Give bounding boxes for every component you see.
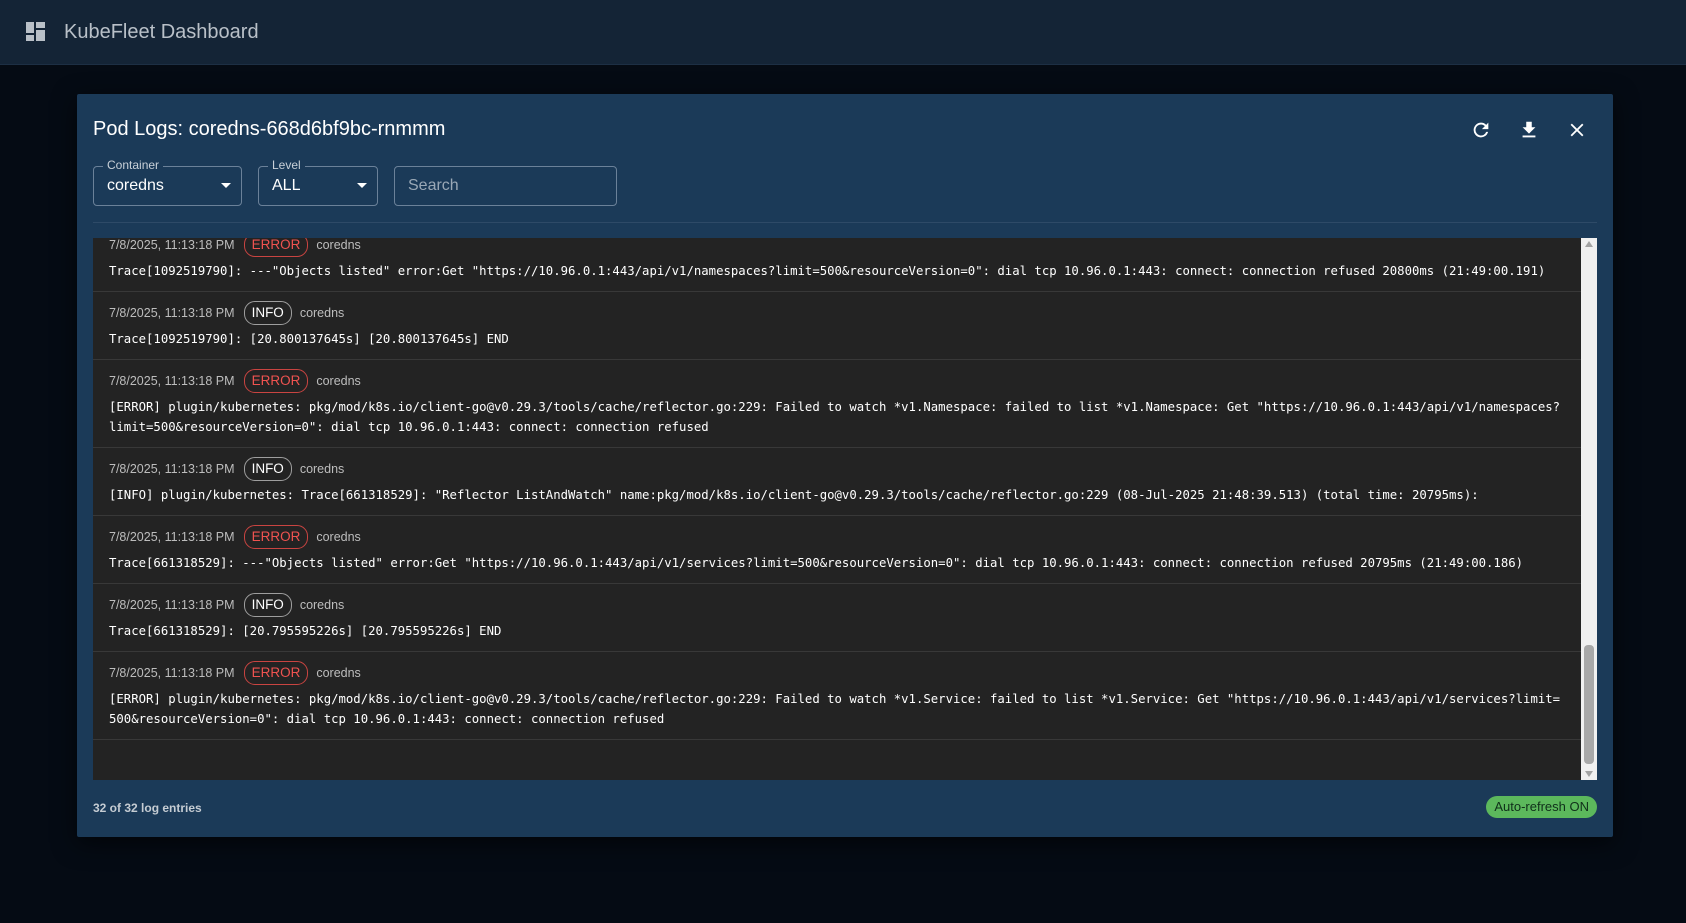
log-message: [ERROR] plugin/kubernetes: pkg/mod/k8s.i… [109,692,1561,726]
log-list: 7/8/2025, 11:13:18 PM ERROR coredns Trace[1… [93,238,1581,740]
log-entry: 7/8/2025, 11:13:18 PM INFO coredns [INFO] p… [93,448,1581,516]
log-entry-header: 7/8/2025, 11:13:18 PM ERROR coredns [109,524,1565,550]
log-message: [ERROR] plugin/kubernetes: pkg/mod/k8s.i… [109,400,1561,434]
scroll-up-arrow-icon[interactable] [1585,241,1593,247]
log-level-badge: ERROR [243,525,309,549]
log-entry-count: 32 of 32 log entries [93,801,202,815]
log-container-name: coredns [316,666,361,680]
log-timestamp: 7/8/2025, 11:13:18 PM [109,530,235,544]
log-level-badge: ERROR [243,238,309,257]
container-select-label: Container [103,158,164,172]
log-timestamp: 7/8/2025, 11:13:18 PM [109,598,235,612]
log-entry: 7/8/2025, 11:13:18 PM ERROR coredns [ERROR]… [93,360,1581,448]
scroll-down-arrow-icon[interactable] [1585,771,1593,777]
scrollbar-thumb[interactable] [1584,645,1594,764]
divider [93,222,1597,223]
log-message: Trace[1092519790]: ---"Objects listed" e… [109,264,1546,278]
app-title: KubeFleet Dashboard [64,20,259,43]
log-entry: 7/8/2025, 11:13:18 PM INFO coredns Trace[66… [93,584,1581,652]
dialog-actions [1463,112,1595,148]
close-icon [1570,123,1584,137]
log-container-name: coredns [299,462,345,476]
container-select[interactable]: Container coredns [93,158,242,206]
log-panel[interactable]: 7/8/2025, 11:13:18 PM ERROR coredns Trace[1… [93,238,1597,780]
log-level-badge: INFO [243,301,292,325]
download-button[interactable] [1511,112,1547,148]
dashboard-grid-icon [26,22,45,41]
log-message: Trace[661318529]: [20.795595226s] [20.79… [109,624,502,638]
log-container-name: coredns [316,530,361,544]
chevron-down-icon [357,183,367,188]
download-icon [1522,121,1536,138]
close-button[interactable] [1559,112,1595,148]
log-level-badge: ERROR [243,661,309,685]
log-level-badge: INFO [243,457,292,481]
log-timestamp: 7/8/2025, 11:13:18 PM [109,306,235,320]
level-select[interactable]: Level ALL [258,158,378,206]
log-entry-header: 7/8/2025, 11:13:18 PM ERROR coredns [109,660,1565,686]
dialog-title: Pod Logs: coredns-668d6bf9bc-rnmmm [93,118,446,140]
log-entry: 7/8/2025, 11:13:18 PM ERROR coredns [ERROR]… [93,652,1581,740]
log-entry-header: 7/8/2025, 11:13:18 PM ERROR coredns [109,368,1565,394]
scrollbar[interactable] [1581,238,1597,780]
log-timestamp: 7/8/2025, 11:13:18 PM [109,238,235,252]
log-entry: 7/8/2025, 11:13:18 PM ERROR coredns Trace[6… [93,516,1581,584]
log-container-name: coredns [316,238,361,252]
log-level-badge: ERROR [243,369,309,393]
log-filters: Container coredns Level ALL [93,158,617,206]
chevron-down-icon [221,183,231,188]
search-input[interactable] [394,166,617,206]
log-level-badge: INFO [243,593,292,617]
log-message: Trace[661318529]: ---"Objects listed" er… [109,556,1524,570]
level-select-value: ALL [272,177,301,194]
log-entry-header: 7/8/2025, 11:13:18 PM INFO coredns [109,456,1565,482]
log-message: [INFO] plugin/kubernetes: Trace[66131852… [109,488,1479,502]
level-select-label: Level [268,158,305,172]
log-timestamp: 7/8/2025, 11:13:18 PM [109,666,235,680]
container-select-value: coredns [107,177,164,194]
log-container-name: coredns [299,306,345,320]
log-entry-header: 7/8/2025, 11:13:18 PM ERROR coredns [109,238,1565,258]
log-entry: 7/8/2025, 11:13:18 PM INFO coredns Trace[10… [93,292,1581,360]
log-timestamp: 7/8/2025, 11:13:18 PM [109,374,235,388]
log-entry: 7/8/2025, 11:13:18 PM ERROR coredns Trace[1… [93,238,1581,292]
log-entry-header: 7/8/2025, 11:13:18 PM INFO coredns [109,592,1565,618]
app-bar: KubeFleet Dashboard [0,0,1686,65]
log-entry-header: 7/8/2025, 11:13:18 PM INFO coredns [109,300,1565,326]
refresh-button[interactable] [1463,112,1499,148]
refresh-icon [1473,122,1489,138]
log-message: Trace[1092519790]: [20.800137645s] [20.8… [109,332,509,346]
auto-refresh-badge[interactable]: Auto-refresh ON [1486,796,1597,818]
pod-logs-dialog: Pod Logs: coredns-668d6bf9bc-rnmmm Conta… [77,94,1613,837]
log-container-name: coredns [299,598,345,612]
log-container-name: coredns [316,374,361,388]
log-timestamp: 7/8/2025, 11:13:18 PM [109,462,235,476]
